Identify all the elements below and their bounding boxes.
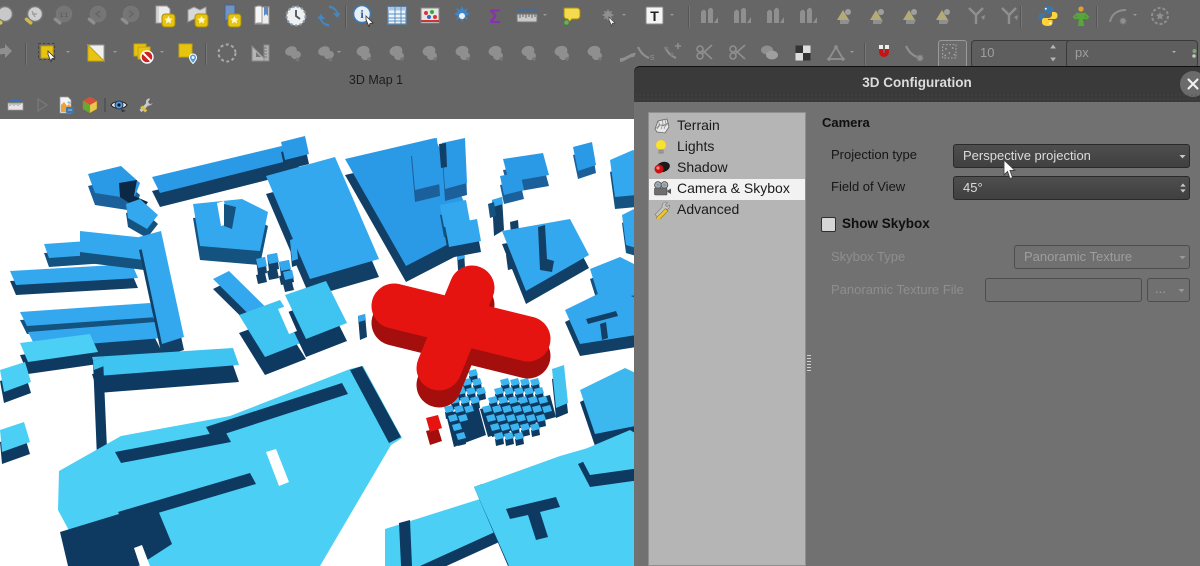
svg-text:Σ: Σ xyxy=(489,7,500,28)
svg-text:T: T xyxy=(650,8,659,24)
svg-text:1:1: 1:1 xyxy=(60,13,69,19)
svg-text:s: s xyxy=(650,52,655,62)
